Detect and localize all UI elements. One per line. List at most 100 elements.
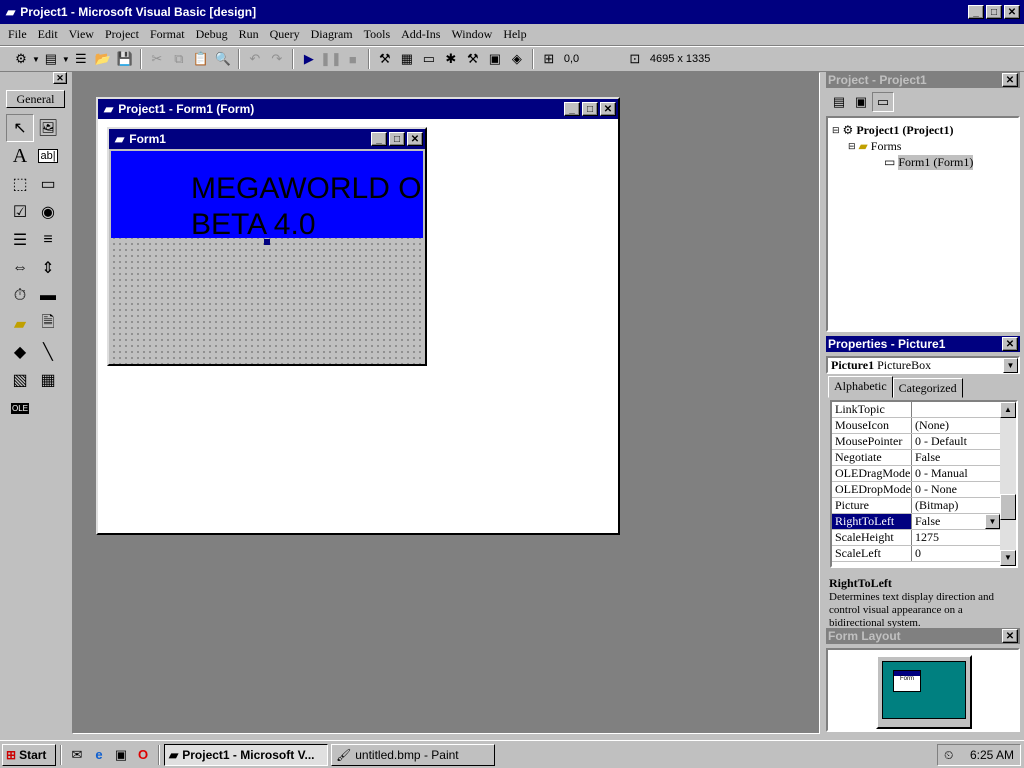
menu-file[interactable]: File [8, 27, 27, 42]
open-project-icon[interactable]: 📂 [92, 48, 114, 70]
scroll-up-icon[interactable]: ▲ [1000, 402, 1016, 418]
start-icon[interactable]: ▶ [298, 48, 320, 70]
form-layout-title-bar[interactable]: Form Layout ✕ [826, 628, 1020, 644]
shape-icon[interactable]: ◆ [6, 338, 34, 366]
scheduler-icon[interactable]: ⏲ [944, 748, 953, 763]
checkbox-icon[interactable]: ☑ [6, 198, 34, 226]
property-row[interactable]: Picture (Bitmap) [832, 498, 1016, 514]
drivelistbox-icon[interactable]: ▬ [34, 282, 62, 310]
menu-view[interactable]: View [69, 27, 94, 42]
designer-title-bar[interactable]: ▰ Project1 - Form1 (Form) _ □ ✕ [98, 99, 618, 119]
menu-tools[interactable]: Tools [364, 27, 391, 42]
save-project-icon[interactable]: 💾 [114, 48, 136, 70]
tree-node-forms[interactable]: ⊟ ▰ Forms [832, 138, 1014, 154]
combobox-icon[interactable]: ☰ [6, 226, 34, 254]
menu-edit[interactable]: Edit [38, 27, 58, 42]
data-view-icon[interactable]: ▣ [484, 48, 506, 70]
designer-close-button[interactable]: ✕ [600, 102, 616, 116]
designer-minimize-button[interactable]: _ [564, 102, 580, 116]
hscrollbar-icon[interactable]: ⇔ [6, 254, 34, 282]
clock[interactable]: 6:25 AM [970, 748, 1014, 762]
copy-icon[interactable]: ⧉ [168, 48, 190, 70]
menu-window[interactable]: Window [451, 27, 492, 42]
close-button[interactable]: ✕ [1004, 5, 1020, 19]
paste-icon[interactable]: 📋 [190, 48, 212, 70]
tree-node-form1[interactable]: ▭ Form1 (Form1) [832, 154, 1014, 170]
opera-icon[interactable]: O [132, 744, 154, 766]
frame-icon[interactable]: ⬚ [6, 170, 34, 198]
form1-title-bar[interactable]: ▰ Form1 _ □ ✕ [109, 129, 425, 149]
chevron-down-icon[interactable]: ▼ [985, 514, 1000, 529]
menu-debug[interactable]: Debug [196, 27, 228, 42]
image-icon[interactable]: ▧ [6, 366, 34, 394]
vscrollbar-icon[interactable]: ⇕ [34, 254, 62, 282]
menu-editor-icon[interactable]: ☰ [70, 48, 92, 70]
view-object-icon[interactable]: ▣ [850, 92, 872, 112]
form1-close-button[interactable]: ✕ [407, 132, 423, 146]
cut-icon[interactable]: ✂ [146, 48, 168, 70]
property-row[interactable]: LinkTopic [832, 402, 1016, 418]
start-button[interactable]: ⊞ Start [2, 743, 56, 766]
toolbox-icon[interactable]: ⚒ [462, 48, 484, 70]
break-icon[interactable]: ❚❚ [320, 48, 342, 70]
project-explorer-icon[interactable]: ⚒ [374, 48, 396, 70]
component-manager-icon[interactable]: ◈ [506, 48, 528, 70]
toggle-folders-icon[interactable]: ▭ [872, 92, 894, 112]
show-desktop-icon[interactable]: ▣ [110, 744, 132, 766]
textbox-icon[interactable]: ab| [34, 142, 62, 170]
menu-query[interactable]: Query [270, 27, 300, 42]
menu-format[interactable]: Format [150, 27, 185, 42]
form1-maximize-button[interactable]: □ [389, 132, 405, 146]
picturebox-icon[interactable]: 🖼 [34, 114, 62, 142]
internet-explorer-icon[interactable]: e [88, 744, 110, 766]
filelistbox-icon[interactable]: 🗎 [34, 310, 62, 338]
property-row[interactable]: OLEDragMode 0 - Manual [832, 466, 1016, 482]
dirlistbox-icon[interactable]: ▰ [6, 310, 34, 338]
label-icon[interactable]: A [6, 142, 34, 170]
toolbox-close-button[interactable]: ✕ [53, 72, 67, 84]
property-row[interactable]: OLEDropMode 0 - None [832, 482, 1016, 498]
main-title-bar[interactable]: ▰ Project1 - Microsoft Visual Basic [des… [0, 0, 1024, 24]
scroll-down-icon[interactable]: ▼ [1000, 550, 1016, 566]
menu-help[interactable]: Help [503, 27, 526, 42]
properties-close-button[interactable]: ✕ [1002, 337, 1018, 351]
menu-addins[interactable]: Add-Ins [401, 27, 440, 42]
menu-project[interactable]: Project [105, 27, 139, 42]
project-close-button[interactable]: ✕ [1002, 73, 1018, 87]
property-row-selected[interactable]: RightToLeft False ▼ [832, 514, 1016, 530]
menu-run[interactable]: Run [239, 27, 259, 42]
outlook-express-icon[interactable]: ✉ [66, 744, 88, 766]
task-vb[interactable]: ▰ Project1 - Microsoft V... [164, 743, 328, 766]
properties-window-icon[interactable]: ▦ [396, 48, 418, 70]
chevron-down-icon[interactable]: ▼ [1003, 358, 1018, 373]
timer-icon[interactable]: ⏱ [6, 282, 34, 310]
resize-handle[interactable] [264, 239, 270, 245]
form1-canvas[interactable]: MEGAWORLD O BETA 4.0 [111, 151, 423, 364]
listbox-icon[interactable]: ≡ [34, 226, 62, 254]
optionbutton-icon[interactable]: ◉ [34, 198, 62, 226]
project-title-bar[interactable]: Project - Project1 ✕ [826, 72, 1020, 88]
minimize-button[interactable]: _ [968, 5, 984, 19]
redo-icon[interactable]: ↷ [266, 48, 288, 70]
end-icon[interactable]: ■ [342, 48, 364, 70]
add-project-icon[interactable]: ⚙ [10, 48, 32, 70]
scroll-thumb[interactable] [1000, 494, 1016, 520]
tab-alphabetic[interactable]: Alphabetic [828, 376, 893, 398]
commandbutton-icon[interactable]: ▭ [34, 170, 62, 198]
form1-minimize-button[interactable]: _ [371, 132, 387, 146]
property-row[interactable]: Negotiate False [832, 450, 1016, 466]
find-icon[interactable]: 🔍 [212, 48, 234, 70]
collapse-icon[interactable]: ⊟ [832, 125, 840, 136]
object-selector[interactable]: Picture1 PictureBox ▼ [826, 356, 1020, 374]
tree-node-project[interactable]: ⊟ ⚙ Project1 (Project1) [832, 122, 1014, 138]
picture1-control[interactable]: MEGAWORLD O BETA 4.0 [111, 151, 423, 238]
object-browser-icon[interactable]: ✱ [440, 48, 462, 70]
tab-categorized[interactable]: Categorized [892, 378, 963, 398]
mini-form1[interactable]: Form [893, 670, 921, 692]
collapse-icon[interactable]: ⊟ [848, 141, 856, 152]
form-layout-icon[interactable]: ▭ [418, 48, 440, 70]
menu-diagram[interactable]: Diagram [311, 27, 353, 42]
property-row[interactable]: ScaleLeft 0 [832, 546, 1016, 562]
task-paint[interactable]: 🖌 untitled.bmp - Paint [331, 743, 495, 766]
designer-maximize-button[interactable]: □ [582, 102, 598, 116]
